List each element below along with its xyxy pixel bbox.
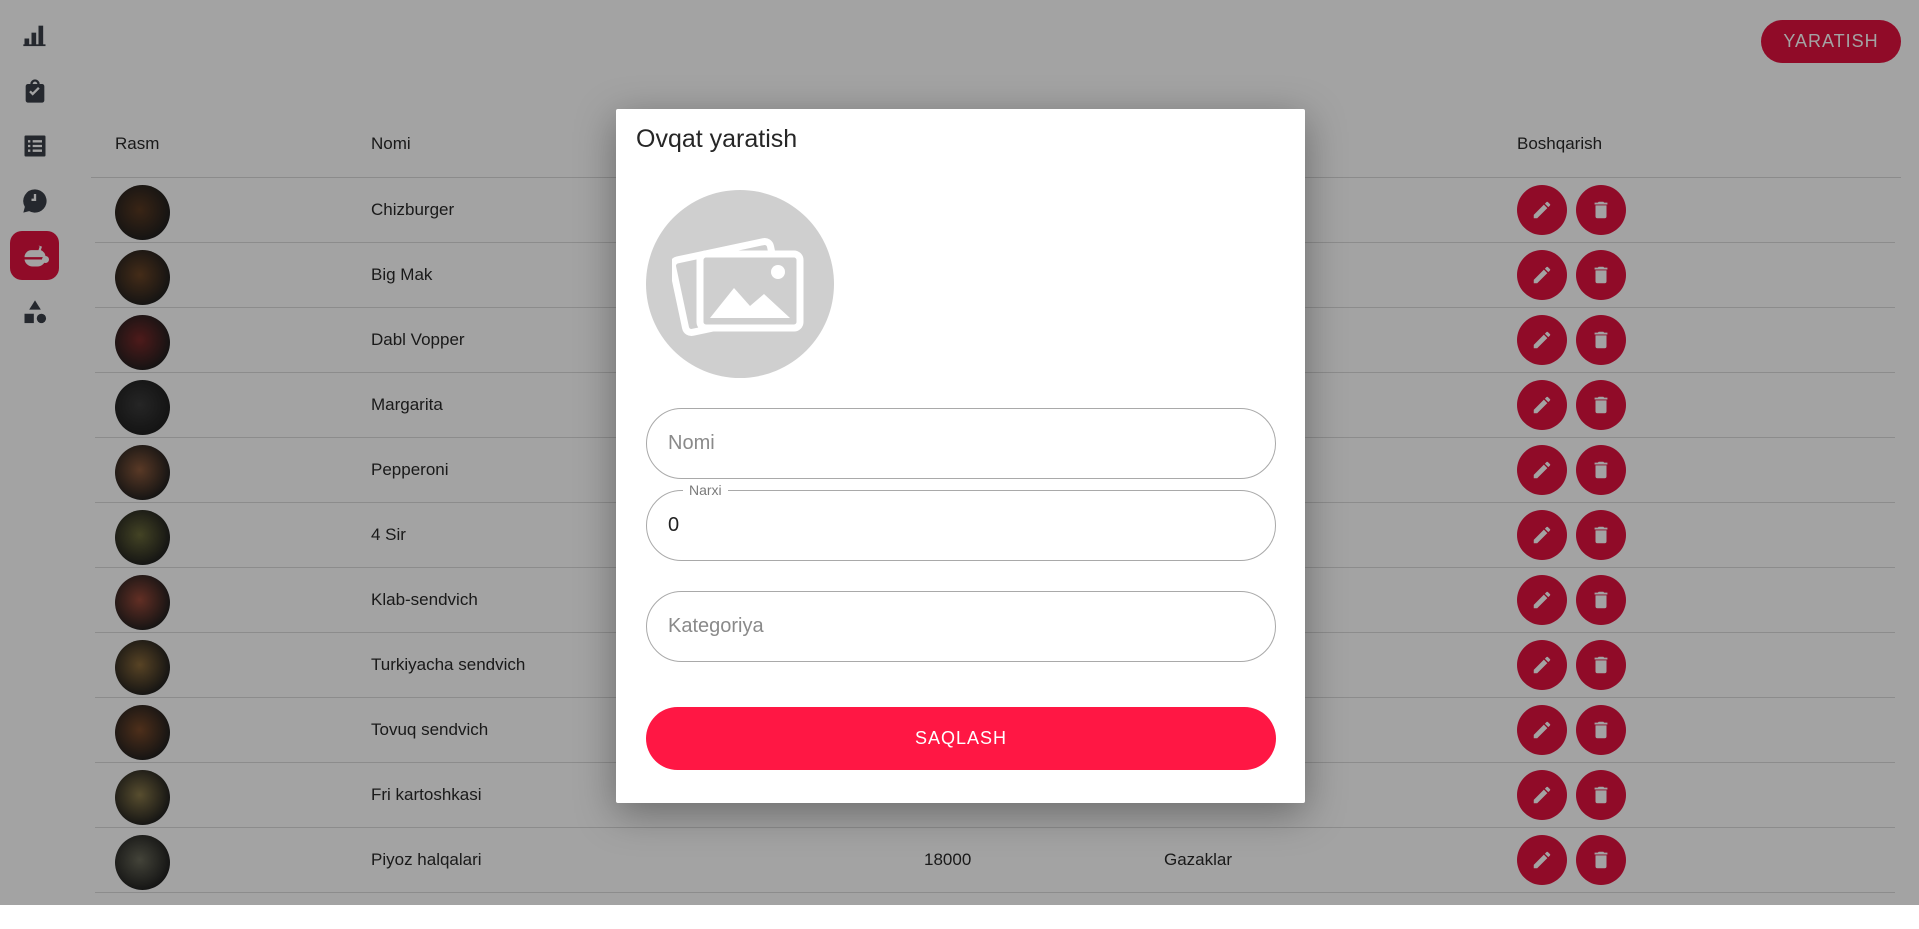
image-upload[interactable] bbox=[646, 190, 834, 378]
price-input[interactable] bbox=[666, 491, 1256, 560]
dialog-title: Ovqat yaratish bbox=[636, 125, 798, 153]
category-field[interactable] bbox=[646, 591, 1276, 662]
category-input[interactable] bbox=[666, 592, 1256, 661]
image-placeholder-icon bbox=[672, 238, 804, 336]
name-input[interactable] bbox=[666, 409, 1256, 478]
save-button[interactable]: SAQLASH bbox=[646, 707, 1276, 770]
name-field[interactable] bbox=[646, 408, 1276, 479]
create-food-dialog: Ovqat yaratish Narxi SAQLASH bbox=[616, 109, 1305, 803]
price-field[interactable]: Narxi bbox=[646, 482, 1276, 561]
